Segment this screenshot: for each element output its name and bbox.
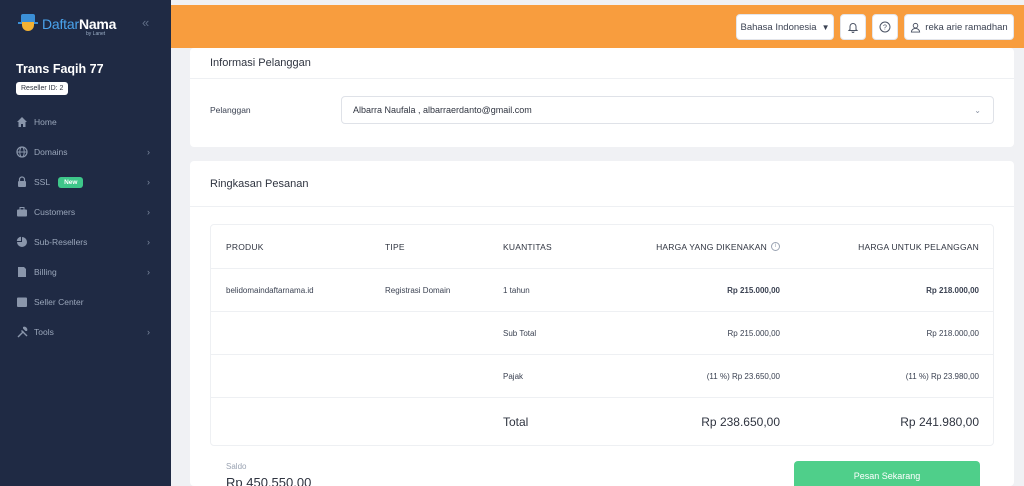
topbar: Bahasa Indonesia ▼ ? reka arie ramadhan [171, 5, 1024, 48]
globe-icon [16, 146, 28, 158]
tax-customer: (11 %) Rp 23.980,00 [905, 371, 979, 381]
sidebar-item-label: Tools [34, 327, 54, 337]
brand-logo[interactable]: DaftarNama by Lanet « [0, 0, 171, 48]
column-header-type: TIPE [385, 241, 405, 252]
briefcase-icon [16, 206, 28, 218]
sidebar-item-label: SSL [34, 177, 51, 187]
customer-info-card: Informasi Pelanggan Pelanggan Albarra Na… [190, 48, 1014, 147]
home-icon [16, 116, 28, 128]
language-label: Bahasa Indonesia [740, 21, 817, 33]
document-icon [16, 266, 28, 278]
order-summary-title: Ringkasan Pesanan [190, 161, 1014, 207]
total-charged: Rp 238.650,00 [701, 414, 780, 429]
subtotal-label: Sub Total [503, 328, 537, 338]
user-menu-button[interactable]: reka arie ramadhan [904, 14, 1014, 40]
logo-icon [18, 14, 38, 34]
sidebar-item-tools[interactable]: Tools › [0, 317, 171, 347]
sidebar-item-label: Billing [34, 267, 57, 277]
help-symbol: ? [883, 25, 887, 32]
user-name: reka arie ramadhan [925, 21, 1008, 33]
product-cell: belidomaindaftarnama.id [226, 285, 314, 295]
column-header-charged: HARGA YANG DIKENAKAN i [656, 225, 780, 268]
total-row: Total Rp 238.650,00 Rp 241.980,00 [211, 398, 993, 445]
subtotal-row: Sub Total Rp 215.000,00 Rp 218.000,00 [211, 312, 993, 355]
sidebar-item-label: Seller Center [34, 297, 84, 307]
saldo-value: Rp 450.550,00 [226, 475, 312, 486]
caret-down-icon: ▼ [821, 22, 830, 32]
language-selector[interactable]: Bahasa Indonesia ▼ [736, 14, 834, 40]
customer-price-cell: Rp 218.000,00 [926, 285, 979, 295]
sidebar-item-label: Home [34, 117, 57, 127]
tax-label: Pajak [503, 371, 524, 381]
subtotal-charged: Rp 215.000,00 [727, 328, 781, 338]
sidebar: DaftarNama by Lanet « Trans Faqih 77 Res… [0, 0, 171, 486]
notifications-button[interactable] [840, 14, 866, 40]
sidebar-item-label: Customers [34, 207, 76, 217]
help-icon: ? [879, 21, 891, 33]
chevron-right-icon: › [147, 177, 150, 187]
chevron-right-icon: › [147, 237, 150, 247]
sidebar-item-customers[interactable]: Customers › [0, 197, 171, 227]
account-name: Trans Faqih 77 [16, 62, 104, 76]
column-header-product: PRODUK [226, 241, 264, 252]
order-now-button[interactable]: Pesan Sekarang [794, 461, 980, 486]
sidebar-item-domains[interactable]: Domains › [0, 137, 171, 167]
sidebar-item-ssl[interactable]: SSL New › [0, 167, 171, 197]
customer-row: Pelanggan Albarra Naufala , albarraerdan… [210, 96, 994, 124]
customer-select-value: Albarra Naufala , albarraerdanto@gmail.c… [353, 105, 532, 115]
order-table: PRODUK TIPE KUANTITAS HARGA YANG DIKENAK… [210, 224, 994, 446]
lock-icon [16, 176, 28, 188]
store-icon [16, 296, 28, 308]
account-info: Trans Faqih 77 Reseller ID: 2 [0, 48, 171, 95]
user-icon [911, 22, 921, 33]
tax-charged: (11 %) Rp 23.650,00 [706, 371, 780, 381]
table-header-row: PRODUK TIPE KUANTITAS HARGA YANG DIKENAK… [211, 225, 993, 269]
charged-price-cell: Rp 215.000,00 [727, 285, 780, 295]
reseller-id-badge: Reseller ID: 2 [16, 82, 69, 95]
column-header-customer-price: HARGA UNTUK PELANGGAN [858, 241, 979, 252]
collapse-sidebar-icon[interactable]: « [142, 15, 149, 30]
tax-row: Pajak (11 %) Rp 23.650,00 (11 %) Rp 23.9… [211, 355, 993, 398]
table-row: belidomaindaftarnama.id Registrasi Domai… [211, 269, 993, 312]
brand-tagline: by Lanet [86, 31, 106, 37]
total-label: Total [503, 414, 529, 429]
order-summary-card: Ringkasan Pesanan PRODUK TIPE KUANTITAS … [190, 161, 1014, 486]
help-button[interactable]: ? [872, 14, 898, 40]
customer-label: Pelanggan [210, 105, 251, 115]
chevron-right-icon: › [147, 147, 150, 157]
sidebar-item-label: Sub-Resellers [34, 237, 88, 247]
sidebar-item-seller-center[interactable]: Seller Center [0, 287, 171, 317]
new-badge: New [58, 176, 84, 188]
column-header-quantity: KUANTITAS [503, 241, 552, 252]
total-customer: Rp 241.980,00 [900, 414, 979, 429]
chevron-down-icon: ⌄ [974, 106, 981, 115]
sidebar-item-sub-resellers[interactable]: Sub-Resellers › [0, 227, 171, 257]
customer-info-title: Informasi Pelanggan [190, 48, 1014, 79]
column-header-charged-label: HARGA YANG DIKENAKAN [656, 241, 767, 252]
tools-icon [16, 326, 28, 338]
subtotal-customer: Rp 218.000,00 [926, 328, 980, 338]
saldo-label: Saldo [226, 462, 247, 471]
sidebar-nav: Home Domains › SSL New › Customers › Sub… [0, 107, 171, 347]
chevron-right-icon: › [147, 327, 150, 337]
chevron-right-icon: › [147, 207, 150, 217]
pie-icon [16, 236, 28, 248]
brand-name: DaftarNama [42, 16, 117, 32]
chevron-right-icon: › [147, 267, 150, 277]
sidebar-item-label: Domains [34, 147, 68, 157]
sidebar-item-billing[interactable]: Billing › [0, 257, 171, 287]
sidebar-item-home[interactable]: Home [0, 107, 171, 137]
type-cell: Registrasi Domain [385, 285, 451, 295]
bell-icon [847, 23, 859, 33]
info-icon[interactable]: i [771, 242, 780, 251]
quantity-cell: 1 tahun [503, 285, 530, 295]
customer-select[interactable]: Albarra Naufala , albarraerdanto@gmail.c… [341, 96, 994, 124]
